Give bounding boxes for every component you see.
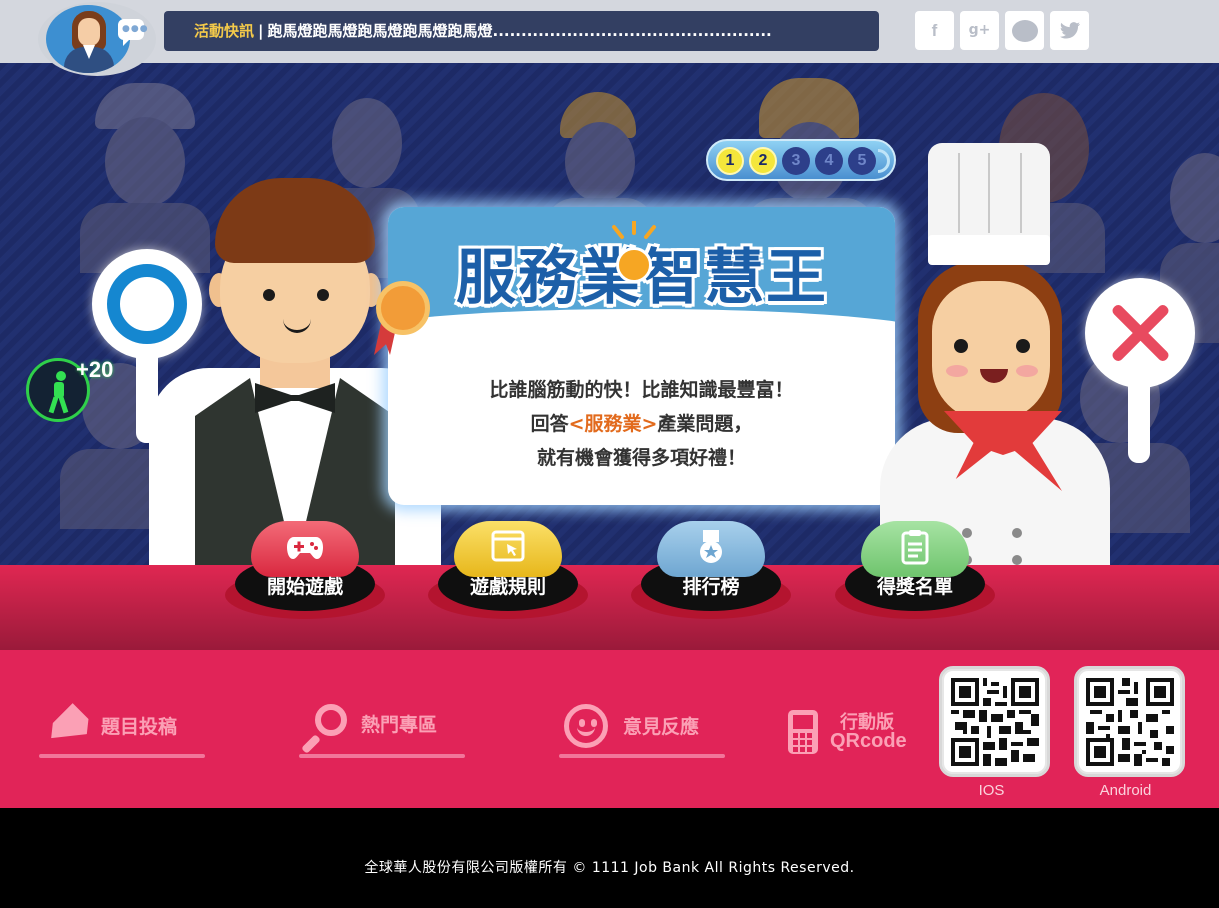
ticker-tag: 活動快訊 [194,22,255,40]
bonus-points: +20 [76,357,114,382]
game-rules-label: 遊戲規則 [469,576,546,598]
avatar-portrait [46,5,130,73]
google-plus-icon: g+ [968,22,991,38]
mobile-phone-icon [788,710,818,754]
line-share-button[interactable] [1005,11,1044,50]
chat-bubble-icon: ●●● [118,19,148,46]
search-icon [301,704,351,754]
game-slogan: 比誰腦筋動的快！比誰知識最豐富！ 回答<服務業>產業問題， 就有機會獲得多項好禮… [388,373,895,475]
qrcode-text: QRcode [830,730,907,752]
twitter-share-button[interactable] [1050,11,1089,50]
android-label: Android [1099,782,1152,799]
ios-label: IOS [978,782,1005,799]
start-game-button[interactable]: 開始遊戲 [225,519,385,619]
browser-cursor-icon [491,530,525,562]
winners-list-label: 得獎名單 [876,576,953,598]
award-ribbon-icon [376,281,430,335]
level-progress: 1 2 3 4 5 [706,139,896,181]
news-ticker[interactable]: 活動快訊 | 跑馬燈跑馬燈跑馬燈跑馬燈跑馬燈....................… [164,11,879,51]
slogan-line-3: 就有機會獲得多項好禮！ [536,447,746,469]
smiley-icon [564,704,608,748]
ticker-text: 跑馬燈跑馬燈跑馬燈跑馬燈跑馬燈.........................… [267,22,772,40]
mobile-qrcode-label: 行動版 QRcode [788,706,918,756]
feedback-label: 意見反應 [623,716,700,738]
winners-list-button[interactable]: 得獎名單 [835,519,995,619]
android-qr-code[interactable] [1074,666,1185,777]
gamepad-icon [287,537,323,559]
lightbulb-icon [616,247,652,283]
ranking-label: 排行榜 [682,576,740,598]
correct-sign-icon [92,249,202,359]
google-plus-share-button[interactable]: g+ [960,11,999,50]
clipboard-icon [901,530,929,565]
avatar[interactable]: ●●● [38,2,156,76]
ios-qr-code[interactable] [939,666,1050,777]
level-dot-1: 1 [716,147,744,175]
game-rules-button[interactable]: 遊戲規則 [428,519,588,619]
chef-character [880,143,1110,565]
qr-code-icon [951,678,1039,766]
copyright-text: 全球華人股份有限公司版權所有 © 1111 Job Bank All Right… [0,808,1219,908]
slogan-line-2: 回答<服務業>產業問題， [530,413,753,435]
start-game-label: 開始遊戲 [266,576,343,598]
level-dot-3: 3 [782,147,810,175]
line-icon [1011,20,1038,42]
medal-icon [700,530,722,563]
question-submit-label: 題目投稿 [101,716,178,738]
game-button-band [0,565,1219,650]
hero-banner: 1 2 3 4 5 服務業智慧王 比誰腦筋動的快！比誰知識最豐 [0,63,1219,565]
slogan-highlight: <服務業> [568,413,658,435]
hot-topics-label: 熱門專區 [361,714,438,736]
wrong-sign-icon [1085,278,1195,388]
level-dot-2: 2 [749,147,777,175]
facebook-share-button[interactable]: f [915,11,954,50]
twitter-icon [1059,22,1080,39]
bulb-rays-icon [612,221,656,239]
top-bar: ●●● 活動快訊 | 跑馬燈跑馬燈跑馬燈跑馬燈跑馬燈................… [0,0,1219,76]
slogan-line-1: 比誰腦筋動的快！比誰知識最豐富！ [489,379,794,401]
qr-code-icon [1086,678,1174,766]
facebook-icon: f [931,21,938,40]
level-dot-4: 4 [815,147,843,175]
ranking-button[interactable]: 排行榜 [631,519,791,619]
level-dot-5: 5 [848,147,876,175]
